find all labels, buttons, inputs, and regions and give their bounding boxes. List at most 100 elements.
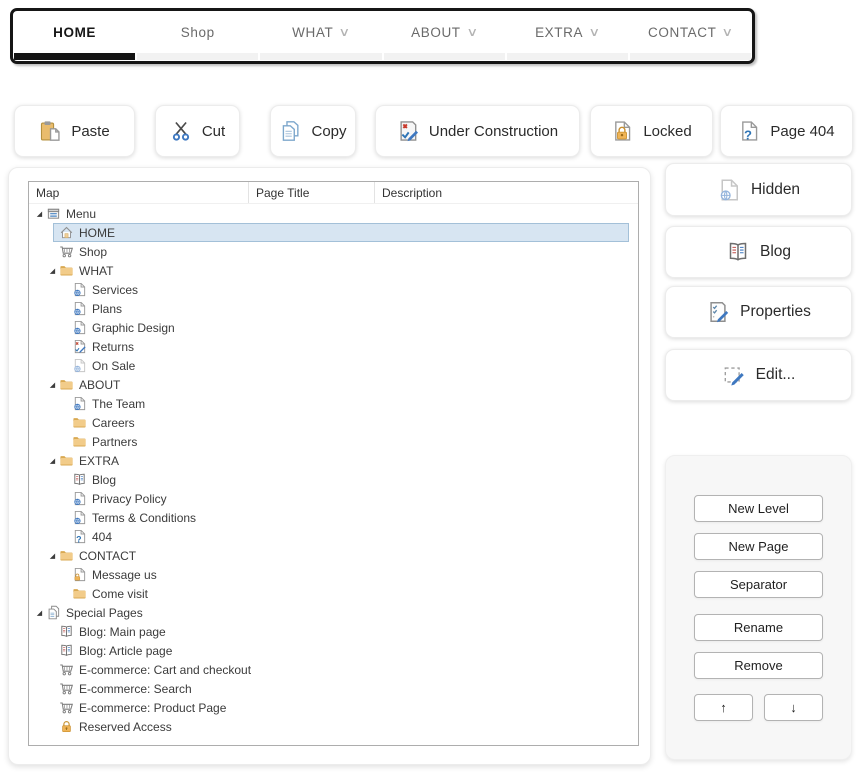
cart-icon — [59, 662, 74, 677]
nav-item-home[interactable]: HOME — [13, 25, 136, 40]
button-label: Cut — [202, 123, 225, 140]
expander-icon[interactable]: ◢ — [46, 552, 59, 560]
tree-row-label: Blog — [92, 473, 116, 487]
page-globe-icon — [72, 301, 87, 316]
nav-item-shop[interactable]: Shop — [136, 25, 259, 40]
nav-item-contact[interactable]: CONTACT∨ — [629, 25, 752, 40]
expander-icon[interactable]: ◢ — [33, 210, 46, 218]
tree-row-label: Partners — [92, 435, 137, 449]
paste-button[interactable]: Paste — [14, 105, 135, 157]
tree-row-label: CONTACT — [79, 549, 136, 563]
tree-row-partners[interactable]: Partners — [29, 432, 638, 451]
action-buttons: New Level New Page Separator Rename Remove — [694, 495, 823, 679]
column-header-description[interactable]: Description — [375, 182, 638, 203]
nav-indicator-shop — [137, 53, 258, 60]
nav-items: HOMEShop WHAT ∨ ABOUT∨EXTRA∨CONTACT∨ — [13, 11, 752, 53]
nav-item-label: EXTRA — [535, 25, 583, 40]
tree-row-label: ABOUT — [79, 378, 120, 392]
expander-icon[interactable]: ◢ — [46, 457, 59, 465]
tree-row-e-commerce-product-page[interactable]: E-commerce: Product Page — [29, 698, 638, 717]
properties-button[interactable]: Properties — [665, 286, 852, 338]
expander-icon[interactable]: ◢ — [46, 267, 59, 275]
nav-indicator-about — [384, 53, 505, 60]
move-up-button[interactable]: ↑ — [694, 694, 753, 721]
page-lock-icon — [72, 567, 87, 582]
folder-icon — [59, 453, 74, 468]
tree-row-shop[interactable]: Shop — [29, 242, 638, 261]
tree-row-graphic-design[interactable]: Graphic Design — [29, 318, 638, 337]
tree-row-blog-main-page[interactable]: Blog: Main page — [29, 622, 638, 641]
tree-row-reserved-access[interactable]: Reserved Access — [29, 717, 638, 736]
folder-icon — [59, 548, 74, 563]
separator-button[interactable]: Separator — [694, 571, 823, 598]
sitemap-icon — [46, 206, 61, 221]
tree-row-menu[interactable]: ◢ Menu — [29, 204, 638, 223]
tree-row-label: On Sale — [92, 359, 135, 373]
copy-button[interactable]: Copy — [270, 105, 356, 157]
tree-row-special-pages[interactable]: ◢Special Pages — [29, 603, 638, 622]
nav-item-extra[interactable]: EXTRA∨ — [506, 25, 629, 40]
button-label: Copy — [311, 123, 346, 140]
under-construction-button[interactable]: Under Construction — [375, 105, 580, 157]
tree-row-privacy-policy[interactable]: Privacy Policy — [29, 489, 638, 508]
site-menu-preview: HOMEShop WHAT ∨ ABOUT∨EXTRA∨CONTACT∨ — [10, 8, 755, 64]
tree-row-what[interactable]: ◢WHAT — [29, 261, 638, 280]
tree-row-e-commerce-search[interactable]: E-commerce: Search — [29, 679, 638, 698]
expander-icon[interactable]: ◢ — [33, 609, 46, 617]
edit-button[interactable]: Edit... — [665, 349, 852, 401]
sitemap-manager-window: HOMEShopWHAT∨ABOUT∨EXTRA∨CONTACT∨ PasteC… — [0, 0, 866, 776]
tree-row-label: Graphic Design — [92, 321, 175, 335]
column-header-page-title[interactable]: Page Title — [249, 182, 375, 203]
page-404-button[interactable]: ?Page 404 — [720, 105, 853, 157]
sitemap-card: Map Page Title Description ◢ Menu HOME Shop… — [8, 167, 651, 765]
tree-row-contact[interactable]: ◢ CONTACT — [29, 546, 638, 565]
tree-row-e-commerce-cart-and-checkout[interactable]: E-commerce: Cart and checkout — [29, 660, 638, 679]
blog-button[interactable]: Blog — [665, 226, 852, 278]
tree-row-message-us[interactable]: Message us — [29, 565, 638, 584]
hidden-button[interactable]: Hidden — [665, 163, 852, 216]
locked-button[interactable]: Locked — [590, 105, 713, 157]
tree-row-extra[interactable]: ◢ EXTRA — [29, 451, 638, 470]
column-header-map[interactable]: Map — [29, 182, 249, 203]
cart-icon — [59, 681, 74, 696]
button-label: Page 404 — [770, 123, 834, 140]
tree-row-label: E-commerce: Cart and checkout — [79, 663, 251, 677]
tree-row-blog-article-page[interactable]: Blog: Article page — [29, 641, 638, 660]
chevron-down-icon: ∨ — [339, 25, 352, 39]
tree-row-label: EXTRA — [79, 454, 119, 468]
tree-row-label: Menu — [66, 207, 96, 221]
tree-row-blog[interactable]: Blog — [29, 470, 638, 489]
tree-row-returns[interactable]: Returns — [29, 337, 638, 356]
tree-row-plans[interactable]: Plans — [29, 299, 638, 318]
nav-item-label: WHAT — [292, 25, 333, 40]
expander-icon[interactable]: ◢ — [46, 381, 59, 389]
tree-row-label: E-commerce: Search — [79, 682, 192, 696]
new-level-button[interactable]: New Level — [694, 495, 823, 522]
move-down-button[interactable]: ↓ — [764, 694, 823, 721]
book-icon — [59, 624, 74, 639]
nav-item-what[interactable]: WHAT ∨ — [259, 25, 382, 40]
button-label: Paste — [71, 123, 109, 140]
tree-rows: ◢ Menu HOME Shop ◢WHATServicesPlans Graphic D… — [29, 204, 638, 736]
page-globe-icon — [72, 510, 87, 525]
page-construction-icon — [72, 339, 87, 354]
tree-row-careers[interactable]: Careers — [29, 413, 638, 432]
tree-row-label: Blog: Article page — [79, 644, 172, 658]
tree-row-404[interactable]: ?404 — [29, 527, 638, 546]
new-page-button[interactable]: New Page — [694, 533, 823, 560]
tree-row-on-sale[interactable]: On Sale — [29, 356, 638, 375]
cut-button[interactable]: Cut — [155, 105, 240, 157]
tree-row-about[interactable]: ◢ ABOUT — [29, 375, 638, 394]
tree-row-the-team[interactable]: The Team — [29, 394, 638, 413]
tree-row-terms-conditions[interactable]: Terms & Conditions — [29, 508, 638, 527]
rename-button[interactable]: Rename — [694, 614, 823, 641]
tree-row-label: Privacy Policy — [92, 492, 167, 506]
tree-row-services[interactable]: Services — [29, 280, 638, 299]
folder-icon — [72, 415, 87, 430]
sitemap-tree: Map Page Title Description ◢ Menu HOME Shop… — [28, 181, 639, 746]
remove-button[interactable]: Remove — [694, 652, 823, 679]
tree-row-label: Shop — [79, 245, 107, 259]
tree-row-home[interactable]: HOME — [29, 223, 638, 242]
tree-row-come-visit[interactable]: Come visit — [29, 584, 638, 603]
nav-item-about[interactable]: ABOUT∨ — [383, 25, 506, 40]
